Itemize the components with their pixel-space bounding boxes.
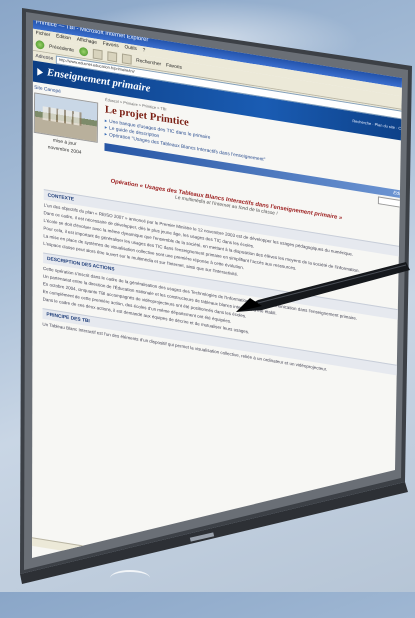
scene: Primtice — TBI - Microsoft Internet Expl…	[0, 0, 415, 592]
pen-pointer-icon	[236, 262, 410, 312]
floor-reflection	[110, 570, 150, 586]
